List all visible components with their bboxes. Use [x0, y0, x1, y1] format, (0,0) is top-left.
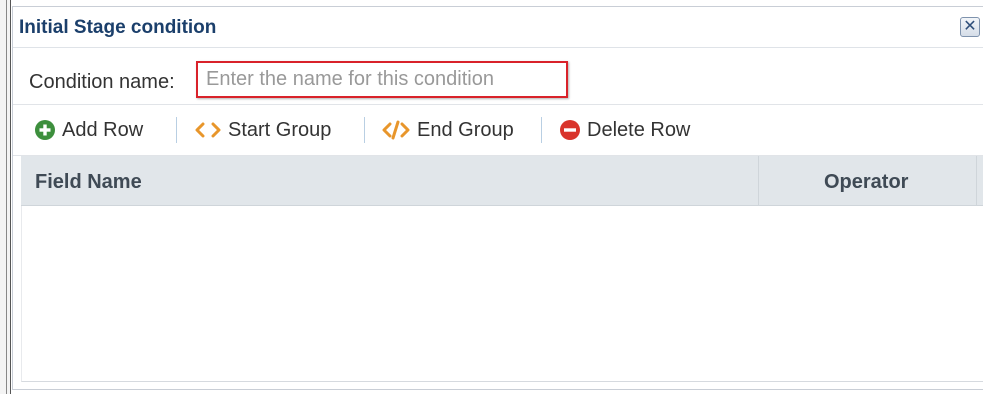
column-header-field-name[interactable]: Field Name [35, 171, 142, 194]
add-row-button[interactable]: Add Row [34, 117, 143, 143]
close-button[interactable]: ✕ [960, 17, 980, 37]
condition-name-row: Condition name: [13, 48, 983, 105]
start-group-label: Start Group [228, 118, 332, 141]
condition-name-label: Condition name: [29, 71, 175, 93]
minus-circle-icon [559, 119, 581, 141]
grid-header: Field Name Operator [21, 156, 983, 206]
add-row-label: Add Row [62, 118, 144, 141]
toolbar-separator [541, 117, 542, 143]
condition-dialog: Initial Stage condition ✕ Condition name… [12, 6, 983, 390]
condition-name-input[interactable] [196, 61, 568, 98]
column-header-operator[interactable]: Operator [824, 171, 908, 194]
plus-circle-icon [34, 119, 56, 141]
delete-row-button[interactable]: Delete Row [559, 117, 690, 143]
grid-body [21, 206, 983, 382]
grid-toolbar: Add Row Start Group End Group Delete Row [13, 105, 983, 156]
delete-row-label: Delete Row [587, 118, 691, 141]
close-icon: ✕ [963, 18, 977, 35]
column-divider [976, 156, 977, 205]
toolbar-separator [176, 117, 177, 143]
end-group-button[interactable]: End Group [381, 117, 514, 143]
start-group-button[interactable]: Start Group [194, 117, 331, 143]
angle-brackets-icon [194, 119, 222, 141]
toolbar-separator [364, 117, 365, 143]
column-divider [758, 156, 759, 205]
background-window-edge [0, 0, 11, 394]
code-slash-icon [381, 119, 411, 141]
dialog-titlebar: Initial Stage condition ✕ [13, 7, 983, 48]
dialog-title: Initial Stage condition [19, 17, 217, 38]
end-group-label: End Group [417, 118, 514, 141]
